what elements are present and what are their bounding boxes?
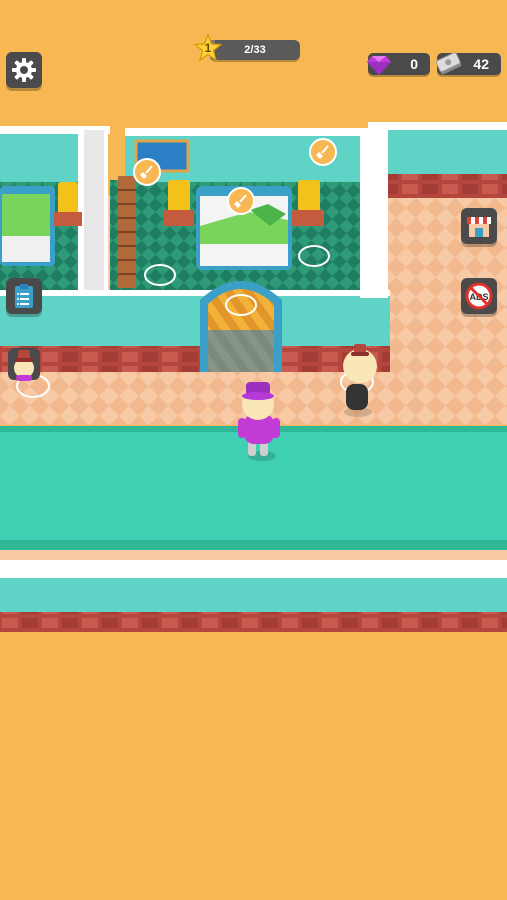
clean-bubble-2[interactable] [227, 187, 255, 215]
level-progress-text: 2/33 [244, 44, 266, 56]
no-ads-icon: ADS [465, 282, 493, 310]
level-progress-bar: 2/33 [210, 40, 300, 60]
tasks-button[interactable] [6, 278, 42, 314]
gear-icon [12, 58, 36, 82]
shop-icon [467, 217, 491, 237]
broom-icon [316, 145, 329, 159]
shop-button[interactable] [461, 208, 497, 244]
level-number: 1 [204, 41, 212, 55]
settings-button[interactable] [6, 52, 42, 88]
broom-icon [234, 194, 247, 208]
hotel-scene [0, 122, 507, 632]
clean-bubble-1[interactable] [133, 158, 161, 186]
no-ads-button[interactable]: ADS [461, 278, 497, 314]
diamond-icon [367, 56, 391, 75]
broom-icon [140, 165, 153, 179]
game-stage[interactable]: 2/33 1 0 42 ADS [0, 0, 507, 900]
clipboard-icon [15, 284, 33, 308]
cash-stack-icon [435, 52, 462, 75]
clean-bubble-3[interactable] [309, 138, 337, 166]
hire-staff-button[interactable] [6, 346, 42, 382]
bellhop-icon [8, 348, 40, 381]
